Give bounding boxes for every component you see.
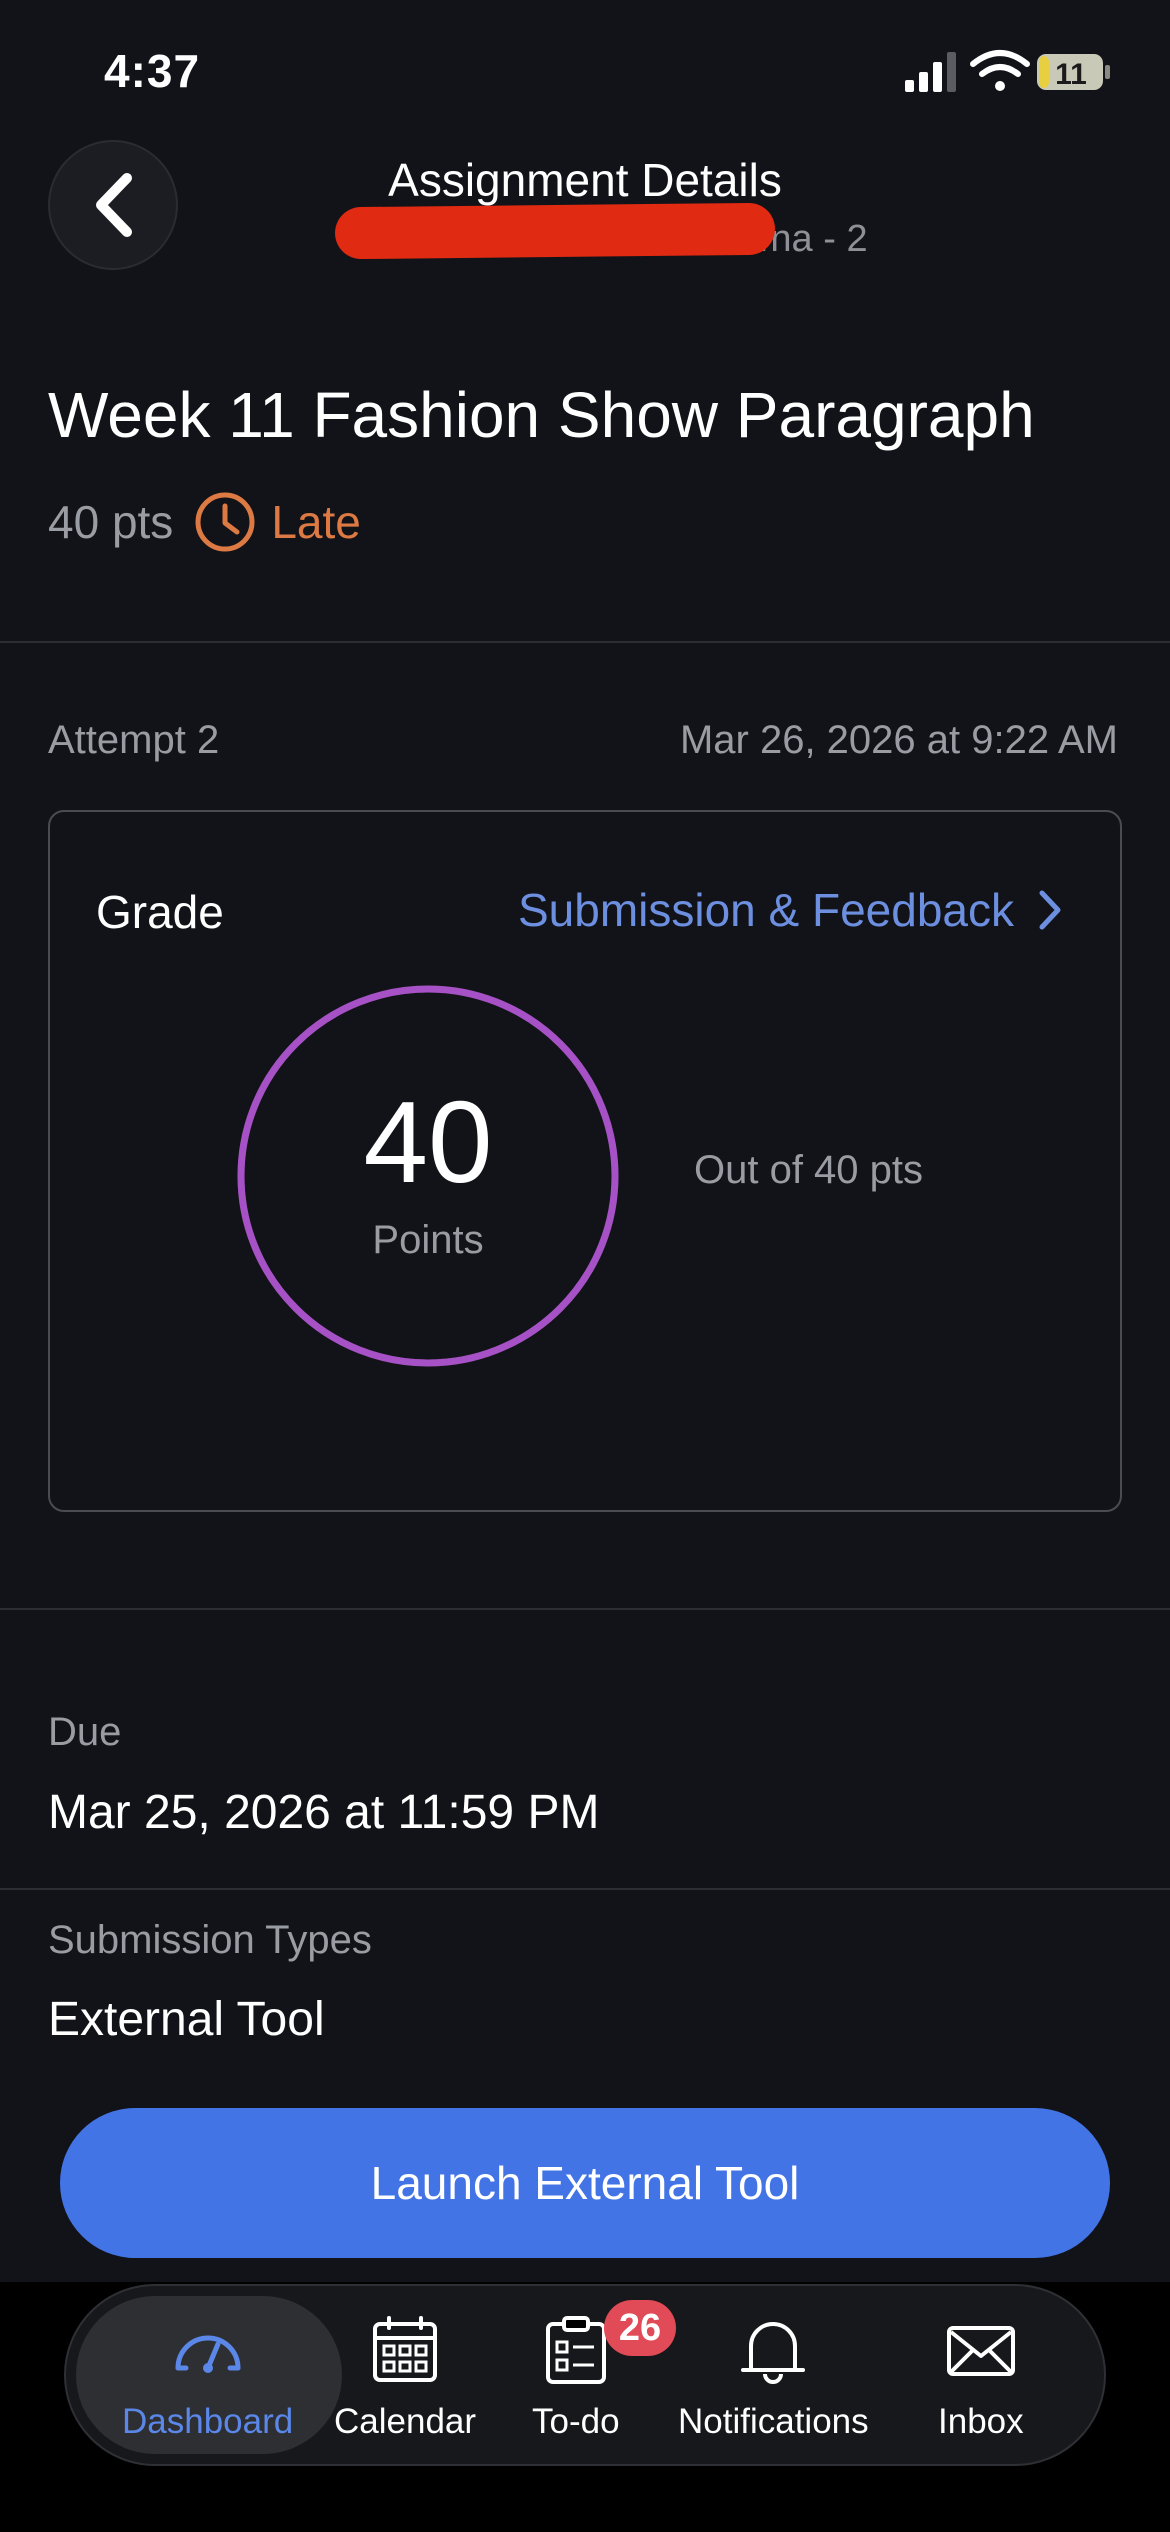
due-label: Due bbox=[48, 1710, 122, 1754]
redaction-mark bbox=[334, 202, 776, 260]
status-icons: 11 bbox=[905, 50, 1110, 92]
assignment-title: Week 11 Fashion Show Paragraph bbox=[48, 379, 1035, 451]
grade-value: 40 bbox=[363, 1077, 493, 1207]
clock-icon bbox=[195, 492, 255, 552]
tab-inbox[interactable]: Inbox bbox=[938, 2312, 1024, 2442]
submission-types-label: Submission Types bbox=[48, 1918, 372, 1962]
submission-feedback-link[interactable]: Submission & Feedback bbox=[518, 883, 1064, 937]
tab-calendar[interactable]: Calendar bbox=[334, 2312, 476, 2442]
divider bbox=[0, 1888, 1170, 1890]
status-time: 4:37 bbox=[104, 45, 201, 97]
divider bbox=[0, 1608, 1170, 1610]
chevron-right-icon bbox=[1039, 890, 1061, 930]
tab-dashboard-label: Dashboard bbox=[122, 2402, 294, 2441]
todo-icon bbox=[545, 2316, 606, 2384]
late-status: Late bbox=[271, 496, 361, 548]
tab-todo-label: To-do bbox=[532, 2402, 620, 2441]
points-label: 40 pts bbox=[48, 496, 174, 548]
grade-out-of: Out of 40 pts bbox=[694, 1148, 924, 1192]
svg-text:11: 11 bbox=[1055, 58, 1087, 91]
submission-types-value: External Tool bbox=[48, 1993, 325, 2046]
tab-dashboard[interactable]: Dashboard bbox=[122, 2312, 293, 2442]
todo-badge: 26 bbox=[604, 2300, 676, 2356]
assignment-meta: 40 pts Late bbox=[48, 490, 361, 554]
attempt-date: Mar 26, 2026 at 9:22 AM bbox=[679, 718, 1118, 762]
submission-feedback-label: Submission & Feedback bbox=[517, 884, 1014, 936]
mail-icon bbox=[946, 2326, 1015, 2376]
divider bbox=[0, 641, 1170, 643]
launch-external-tool-button[interactable]: Launch External Tool bbox=[60, 2108, 1110, 2258]
grade-label: Grade bbox=[96, 886, 224, 938]
battery-icon: 11 bbox=[1037, 54, 1110, 91]
grade-unit: Points bbox=[372, 1218, 484, 1262]
tab-notifications[interactable]: Notifications bbox=[678, 2312, 869, 2442]
calendar-icon bbox=[373, 2316, 438, 2382]
dashboard-icon bbox=[175, 2335, 241, 2373]
wifi-icon bbox=[970, 50, 1030, 91]
tab-calendar-label: Calendar bbox=[334, 2402, 477, 2441]
tab-inbox-label: Inbox bbox=[938, 2402, 1024, 2441]
attempt-label[interactable]: Attempt 2 bbox=[48, 718, 219, 763]
tab-notifications-label: Notifications bbox=[678, 2402, 869, 2441]
due-value: Mar 25, 2026 at 11:59 PM bbox=[48, 1786, 600, 1839]
cellular-signal-icon bbox=[905, 52, 956, 92]
page-title: Assignment Details bbox=[388, 154, 782, 206]
bell-icon bbox=[741, 2322, 806, 2384]
